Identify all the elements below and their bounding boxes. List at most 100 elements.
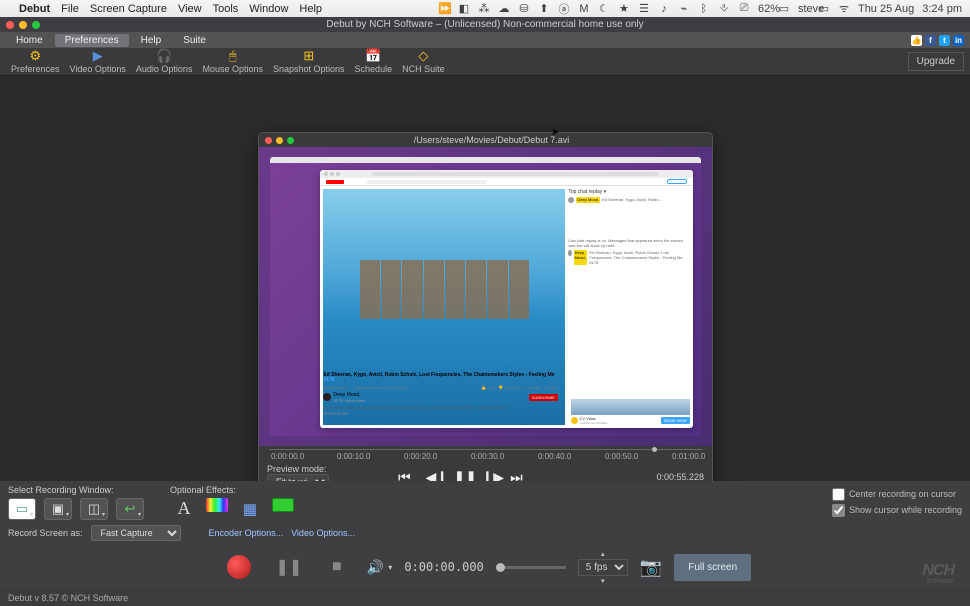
watermark-effect-button[interactable]: ▦ — [236, 498, 264, 520]
audio-options-button[interactable]: 🎧Audio Options — [131, 49, 198, 74]
menubar-extra-icon[interactable]: ⓐ — [558, 1, 570, 17]
snapshot-icon: ⊞ — [301, 49, 317, 63]
preferences-button[interactable]: ⚙Preferences — [6, 49, 65, 74]
sim-video-info: Ed Sheeran, Kygo, Avicii, Robin Schulz, … — [323, 373, 558, 416]
sim-chat-panel: Top chat replay ▾ Deep Mood.Ed Sheeran, … — [565, 186, 692, 427]
file-menu[interactable]: File — [61, 3, 79, 15]
greenscreen-effect-button[interactable] — [272, 498, 294, 512]
status-bar: Debut v 8.57 © NCH Software — [0, 590, 970, 606]
user-name[interactable]: steve — [798, 3, 810, 15]
menubar-extra-icon[interactable]: ☁ — [498, 2, 510, 15]
keyboard-icon[interactable]: ⎀ — [718, 2, 730, 15]
ad-cta-button: BOOK NOW — [661, 417, 689, 424]
help-menu[interactable]: Help — [299, 3, 322, 15]
region-window-button[interactable]: ◫▾ — [80, 498, 108, 520]
battery-icon[interactable]: ▭ — [778, 2, 790, 15]
encoder-options-link[interactable]: Encoder Options... — [209, 528, 284, 538]
menubar-extra-icon[interactable]: ♪ — [658, 3, 670, 15]
upgrade-button[interactable]: Upgrade — [908, 52, 964, 71]
screencapture-menu[interactable]: Screen Capture — [90, 3, 167, 15]
color-effect-button[interactable] — [206, 498, 228, 512]
effects-label: Optional Effects: — [170, 485, 294, 495]
menubar-extra-icon[interactable]: M — [578, 3, 590, 15]
cursor-icon: ➤ — [551, 127, 559, 138]
video-icon: ▶ — [90, 49, 106, 63]
tab-help[interactable]: Help — [131, 34, 172, 47]
app-menu[interactable]: Debut — [19, 3, 50, 15]
sim-search-input — [367, 180, 487, 184]
record-icon — [227, 555, 251, 579]
battery-percent: 62% — [758, 3, 770, 15]
fullscreen-button[interactable]: Full screen — [674, 554, 751, 581]
menubar-extra-icon[interactable]: ⛁ — [518, 2, 530, 15]
chat-header: Top chat replay ▾ — [568, 189, 689, 195]
gear-icon: ⚙ — [27, 49, 43, 63]
sim-safari-window: Top chat replay ▾ Deep Mood.Ed Sheeran, … — [320, 170, 692, 427]
menubar-extra-icon[interactable]: ◧ — [458, 2, 470, 15]
macos-menubar: Debut File Screen Capture View Tools Win… — [0, 0, 970, 17]
ad-logo-icon — [571, 417, 578, 424]
tools-menu[interactable]: Tools — [213, 3, 239, 15]
menubar-extra-icon[interactable]: ⬆ — [538, 2, 550, 15]
menubar-date[interactable]: Thu 25 Aug — [858, 3, 914, 15]
center-on-cursor-checkbox[interactable]: Center recording on cursor — [832, 488, 962, 501]
menubar-extra-icon[interactable]: ☰ — [638, 2, 650, 15]
video-options-link[interactable]: Video Options... — [291, 528, 355, 538]
sim-url-bar — [372, 172, 658, 176]
fps-select[interactable]: 5 fps — [578, 559, 628, 576]
playhead[interactable] — [652, 447, 657, 452]
nch-suite-button[interactable]: ◇NCH Suite — [397, 49, 450, 74]
window-titlebar: Debut by NCH Software – (Unlicensed) Non… — [0, 17, 970, 32]
nch-logo-sub: Software — [922, 578, 954, 585]
snapshot-button[interactable]: 📷 — [640, 557, 662, 578]
snapshot-options-button[interactable]: ⊞Snapshot Options — [268, 49, 350, 74]
mouse-options-button[interactable]: 🖰Mouse Options — [197, 49, 268, 74]
bottom-panel: Select Recording Window: ▭▾ ▣▾ ◫▾ ↩▾ Opt… — [0, 481, 970, 590]
calendar-icon: 📅 — [365, 49, 381, 63]
record-method-select[interactable]: Fast Capture — [91, 525, 181, 541]
mode-label: Preview mode: — [267, 464, 329, 474]
preview-timeline[interactable]: 0:00:00.0 0:00:10.0 0:00:20.0 0:00:30.0 … — [259, 446, 712, 462]
menubar-time[interactable]: 3:24 pm — [922, 3, 962, 15]
fullscreen-window-button[interactable]: ▭▾ — [8, 498, 36, 520]
schedule-button[interactable]: 📅Schedule — [350, 49, 398, 74]
preferences-toolbar: ⚙Preferences ▶Video Options 🎧Audio Optio… — [0, 48, 970, 76]
slider[interactable] — [496, 566, 566, 569]
record-as-label: Record Screen as: — [8, 528, 83, 538]
window-title: Debut by NCH Software – (Unlicensed) Non… — [0, 19, 970, 30]
window-menu[interactable]: Window — [249, 3, 288, 15]
menubar-extra-icon[interactable]: ⏩ — [438, 2, 450, 15]
preview-titlebar[interactable]: /Users/steve/Movies/Debut/Debut 7.avi — [259, 133, 712, 147]
menubar-extra-icon[interactable]: ☾ — [598, 2, 610, 15]
linkedin-icon[interactable]: in — [953, 35, 964, 46]
version-text: Debut v 8.57 © NCH Software — [8, 593, 128, 603]
tab-suite[interactable]: Suite — [173, 34, 216, 47]
volume-icon[interactable]: 🔊 — [367, 559, 384, 576]
bluetooth-icon[interactable]: ᛒ — [698, 3, 710, 15]
record-time: 0:00:00.000 — [404, 560, 483, 574]
twitter-icon[interactable]: t — [939, 35, 950, 46]
menubar-extra-icon[interactable]: ★ — [618, 2, 630, 15]
like-icon[interactable]: 👍 — [911, 35, 922, 46]
tab-home[interactable]: Home — [6, 34, 53, 47]
text-effect-button[interactable]: A — [170, 498, 198, 520]
video-options-button[interactable]: ▶Video Options — [65, 49, 131, 74]
youtube-logo-icon — [326, 180, 344, 184]
preview-viewport: Top chat replay ▾ Deep Mood.Ed Sheeran, … — [259, 147, 712, 446]
back-window-button[interactable]: ↩▾ — [116, 498, 144, 520]
stop-rec-button[interactable]: ■ — [319, 550, 355, 584]
fullscreen-icon[interactable]: ▭ — [818, 2, 830, 15]
facebook-icon[interactable]: f — [925, 35, 936, 46]
menubar-extra-icon[interactable]: ⁂ — [478, 2, 490, 15]
view-menu[interactable]: View — [178, 3, 202, 15]
record-button[interactable] — [219, 547, 259, 587]
window-window-button[interactable]: ▣▾ — [44, 498, 72, 520]
tab-bar: Home Preferences Help Suite 👍 f t in — [0, 32, 970, 48]
show-cursor-checkbox[interactable]: Show cursor while recording — [832, 504, 962, 517]
headphones-icon: 🎧 — [156, 49, 172, 63]
pause-rec-button[interactable]: ❚❚ — [271, 550, 307, 584]
tab-preferences[interactable]: Preferences — [55, 34, 129, 47]
wifi-icon[interactable]: ᯤ — [838, 1, 850, 16]
display-icon[interactable]: ⎚ — [738, 2, 750, 15]
menubar-extra-icon[interactable]: ⌁ — [678, 2, 690, 15]
